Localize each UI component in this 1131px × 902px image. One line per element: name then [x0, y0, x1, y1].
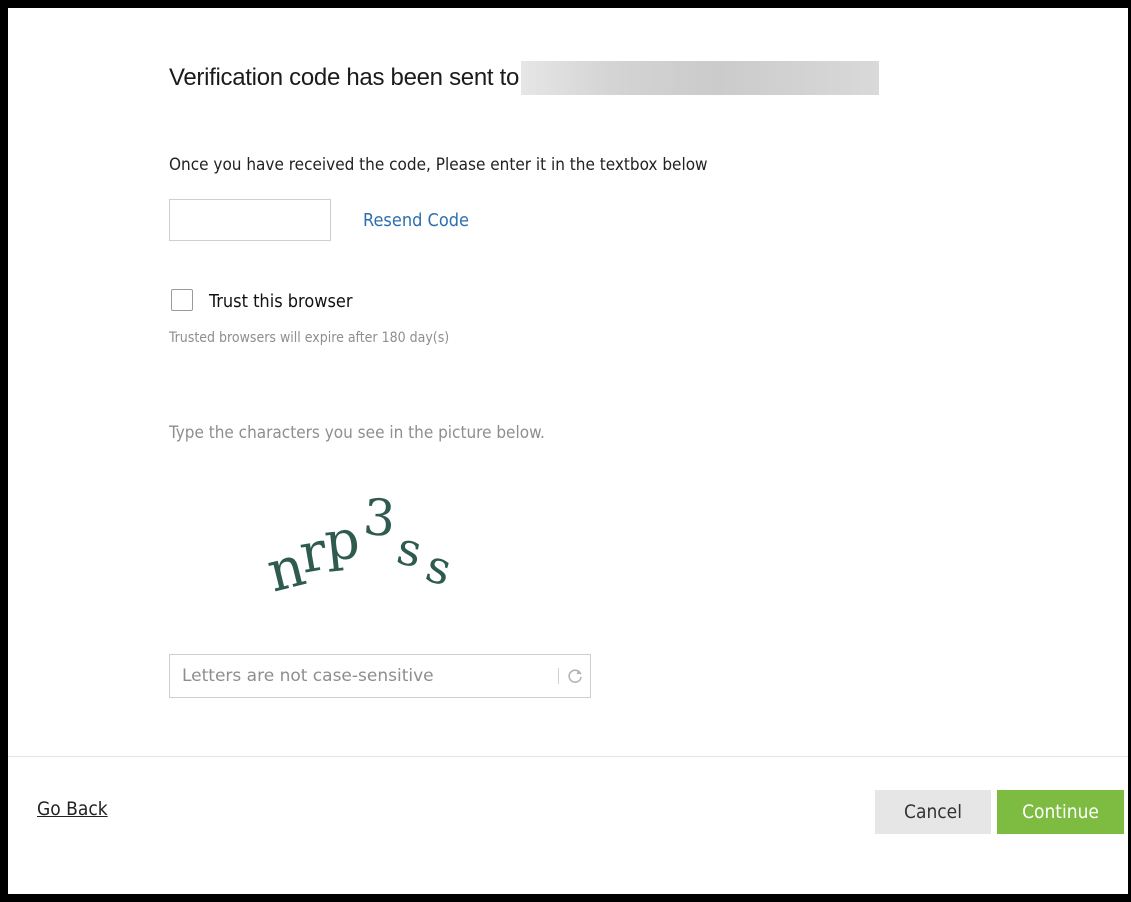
- captcha-image: n r p 3 s s: [263, 488, 458, 593]
- page-title: Verification code has been sent to: [169, 64, 520, 91]
- captcha-char: 3: [361, 488, 397, 548]
- verification-dialog: Verification code has been sent to Once …: [8, 8, 1128, 894]
- refresh-separator: [558, 668, 559, 684]
- trust-browser-label[interactable]: Trust this browser: [209, 291, 353, 312]
- resend-code-link[interactable]: Resend Code: [363, 210, 469, 231]
- trust-expiry-note: Trusted browsers will expire after 180 d…: [169, 330, 450, 346]
- captcha-char: p: [322, 507, 363, 573]
- code-instruction: Once you have received the code, Please …: [169, 155, 708, 175]
- captcha-input[interactable]: [170, 655, 574, 697]
- captcha-char: s: [392, 520, 426, 578]
- captcha-prompt: Type the characters you see in the pictu…: [169, 423, 545, 443]
- go-back-link[interactable]: Go Back: [37, 798, 108, 820]
- trust-browser-checkbox[interactable]: [171, 289, 193, 311]
- continue-button[interactable]: Continue: [997, 790, 1124, 834]
- captcha-input-group: [169, 654, 591, 698]
- refresh-icon[interactable]: [565, 666, 585, 686]
- captcha-char: s: [420, 538, 458, 593]
- cancel-button[interactable]: Cancel: [875, 790, 991, 834]
- verification-code-input[interactable]: [169, 199, 331, 241]
- heading-row: Verification code has been sent to: [169, 60, 880, 96]
- redacted-recipient: [521, 61, 880, 95]
- footer-divider: [8, 756, 1128, 757]
